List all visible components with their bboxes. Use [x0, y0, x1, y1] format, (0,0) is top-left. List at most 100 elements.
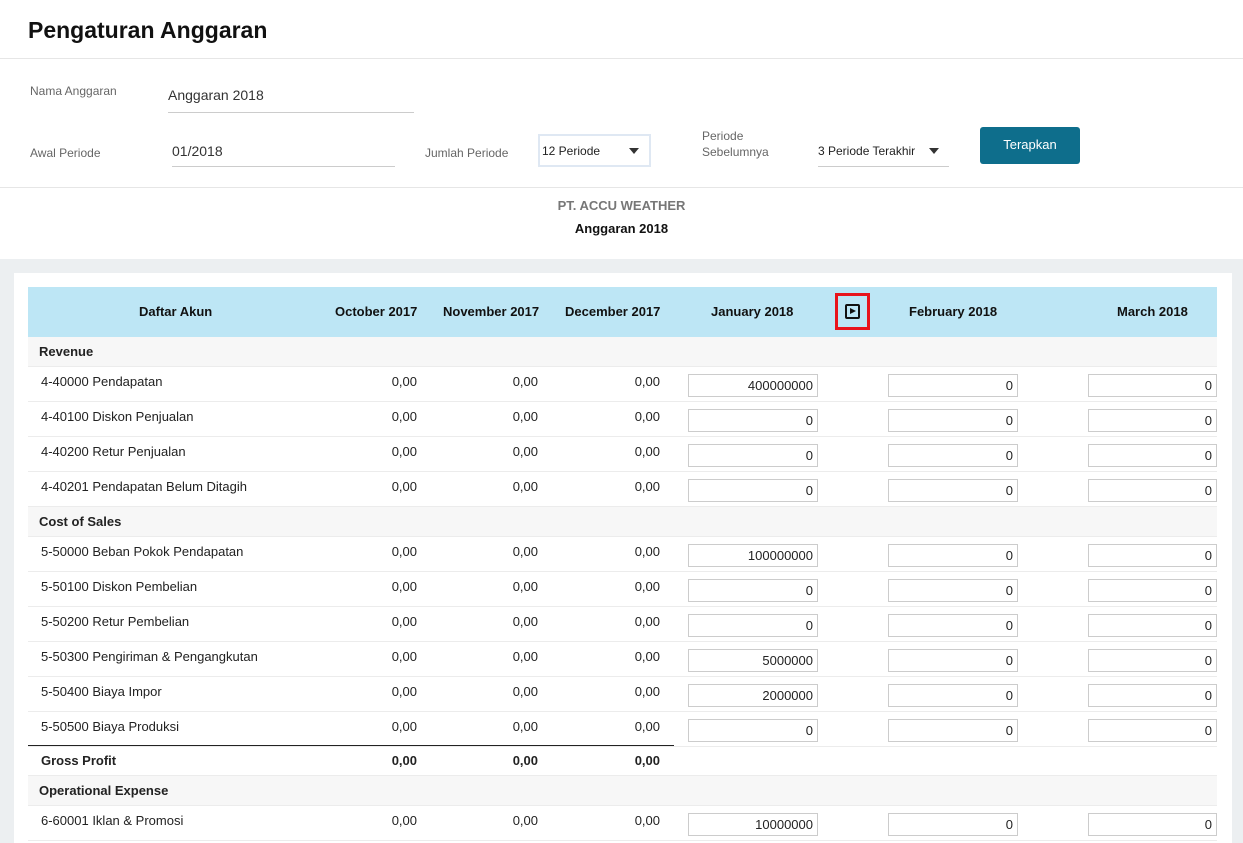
value-october: 0,00	[391, 649, 417, 664]
apply-button[interactable]: Terapkan	[980, 127, 1080, 164]
input-february[interactable]: 0	[888, 374, 1018, 397]
table-row: 5-50400 Biaya Impor 0,00 0,00 0,00 20000…	[28, 677, 1217, 712]
period-count-select[interactable]: 12 Periode	[538, 134, 651, 167]
value-november: 0,00	[512, 684, 538, 699]
input-february[interactable]: 0	[888, 684, 1018, 707]
value-october: 0,00	[391, 579, 417, 594]
account-name: 5-50200 Retur Pembelian	[41, 614, 190, 629]
gross-profit-december: 0,00	[634, 753, 660, 768]
value-december: 0,00	[634, 649, 660, 664]
input-january[interactable]: 100000000	[688, 544, 818, 567]
input-february[interactable]: 0	[888, 544, 1018, 567]
value-november: 0,00	[512, 409, 538, 424]
period-count-value: 12 Periode	[542, 144, 601, 158]
input-february[interactable]: 0	[888, 614, 1018, 637]
value-december: 0,00	[634, 374, 660, 389]
input-march[interactable]: 0	[1088, 479, 1217, 502]
gross-profit-label: Gross Profit	[41, 753, 117, 768]
input-february[interactable]: 0	[888, 579, 1018, 602]
input-march[interactable]: 0	[1088, 719, 1217, 742]
play-icon	[845, 304, 860, 319]
input-january[interactable]: 0	[688, 479, 818, 502]
input-january[interactable]: 10000000	[688, 813, 818, 836]
input-february[interactable]: 0	[888, 409, 1018, 432]
table-row: 4-40000 Pendapatan 0,00 0,00 0,00 400000…	[28, 367, 1217, 402]
account-name: 5-50300 Pengiriman & Pengangkutan	[41, 649, 258, 664]
value-december: 0,00	[634, 409, 660, 424]
input-january[interactable]: 400000000	[688, 374, 818, 397]
table-row: 4-40100 Diskon Penjualan 0,00 0,00 0,00 …	[28, 402, 1217, 437]
value-november: 0,00	[512, 374, 538, 389]
value-december: 0,00	[634, 719, 660, 734]
input-february[interactable]: 0	[888, 444, 1018, 467]
section-row-cost-of-sales: Cost of Sales	[28, 507, 1217, 537]
input-january[interactable]: 0	[688, 409, 818, 432]
input-february[interactable]: 0	[888, 649, 1018, 672]
next-period-button[interactable]	[835, 293, 870, 330]
value-october: 0,00	[391, 444, 417, 459]
input-january[interactable]: 0	[688, 579, 818, 602]
input-march[interactable]: 0	[1088, 579, 1217, 602]
budget-name-input[interactable]: Anggaran 2018	[168, 87, 414, 113]
input-february[interactable]: 0	[888, 813, 1018, 836]
budget-name-label: Nama Anggaran	[30, 84, 117, 98]
input-january[interactable]: 0	[688, 614, 818, 637]
account-name: 4-40201 Pendapatan Belum Ditagih	[41, 479, 247, 494]
gross-profit-october: 0,00	[391, 753, 417, 768]
table-row: 5-50000 Beban Pokok Pendapatan 0,00 0,00…	[28, 537, 1217, 572]
input-march[interactable]: 0	[1088, 444, 1217, 467]
value-november: 0,00	[512, 479, 538, 494]
value-november: 0,00	[512, 614, 538, 629]
input-january[interactable]: 0	[688, 444, 818, 467]
gross-profit-row: Gross Profit 0,00 0,00 0,00	[28, 746, 1217, 776]
value-october: 0,00	[391, 684, 417, 699]
input-march[interactable]: 0	[1088, 374, 1217, 397]
input-march[interactable]: 0	[1088, 544, 1217, 567]
account-name: 5-50100 Diskon Pembelian	[41, 579, 198, 594]
input-march[interactable]: 0	[1088, 813, 1217, 836]
value-december: 0,00	[634, 684, 660, 699]
input-february[interactable]: 0	[888, 719, 1018, 742]
account-name: 5-50400 Biaya Impor	[41, 684, 162, 699]
input-march[interactable]: 0	[1088, 614, 1217, 637]
table-row: 4-40200 Retur Penjualan 0,00 0,00 0,00 0…	[28, 437, 1217, 472]
input-january[interactable]: 2000000	[688, 684, 818, 707]
input-march[interactable]: 0	[1088, 649, 1217, 672]
page-header: Pengaturan Anggaran	[0, 0, 1243, 59]
section-row-revenue: Revenue	[28, 337, 1217, 367]
value-november: 0,00	[512, 544, 538, 559]
start-period-input[interactable]: 01/2018	[172, 143, 395, 167]
previous-period-select[interactable]: 3 Periode Terakhir	[818, 136, 949, 167]
section-label: Operational Expense	[39, 783, 169, 798]
page-title: Pengaturan Anggaran	[28, 17, 268, 43]
input-january[interactable]: 5000000	[688, 649, 818, 672]
table-row: 4-40201 Pendapatan Belum Ditagih 0,00 0,…	[28, 472, 1217, 507]
value-october: 0,00	[391, 374, 417, 389]
section-label: Revenue	[39, 344, 94, 359]
col-january-2018: January 2018	[711, 304, 794, 319]
col-october-2017: October 2017	[335, 304, 418, 319]
value-december: 0,00	[634, 444, 660, 459]
chevron-down-icon	[929, 148, 939, 154]
table-row: 6-60001 Iklan & Promosi 0,00 0,00 0,00 1…	[28, 806, 1217, 841]
account-name: 5-50000 Beban Pokok Pendapatan	[41, 544, 244, 559]
input-january[interactable]: 0	[688, 719, 818, 742]
value-november: 0,00	[512, 444, 538, 459]
period-count-label: Jumlah Periode	[425, 146, 509, 160]
table-header: Daftar Akun October 2017 November 2017 D…	[28, 287, 1217, 337]
input-march[interactable]: 0	[1088, 409, 1217, 432]
input-february[interactable]: 0	[888, 479, 1018, 502]
input-march[interactable]: 0	[1088, 684, 1217, 707]
account-name: 4-40100 Diskon Penjualan	[41, 409, 194, 424]
col-march-2018: March 2018	[1117, 304, 1188, 319]
account-name: 4-40200 Retur Penjualan	[41, 444, 186, 459]
value-december: 0,00	[634, 544, 660, 559]
value-november: 0,00	[512, 813, 538, 828]
col-account: Daftar Akun	[139, 304, 213, 319]
budget-settings-form: Nama Anggaran Anggaran 2018 Awal Periode…	[0, 59, 1243, 188]
value-october: 0,00	[391, 409, 417, 424]
col-november-2017: November 2017	[443, 304, 540, 319]
account-name: 4-40000 Pendapatan	[41, 374, 163, 389]
report-budget-title: Anggaran 2018	[574, 221, 669, 236]
value-november: 0,00	[512, 719, 538, 734]
